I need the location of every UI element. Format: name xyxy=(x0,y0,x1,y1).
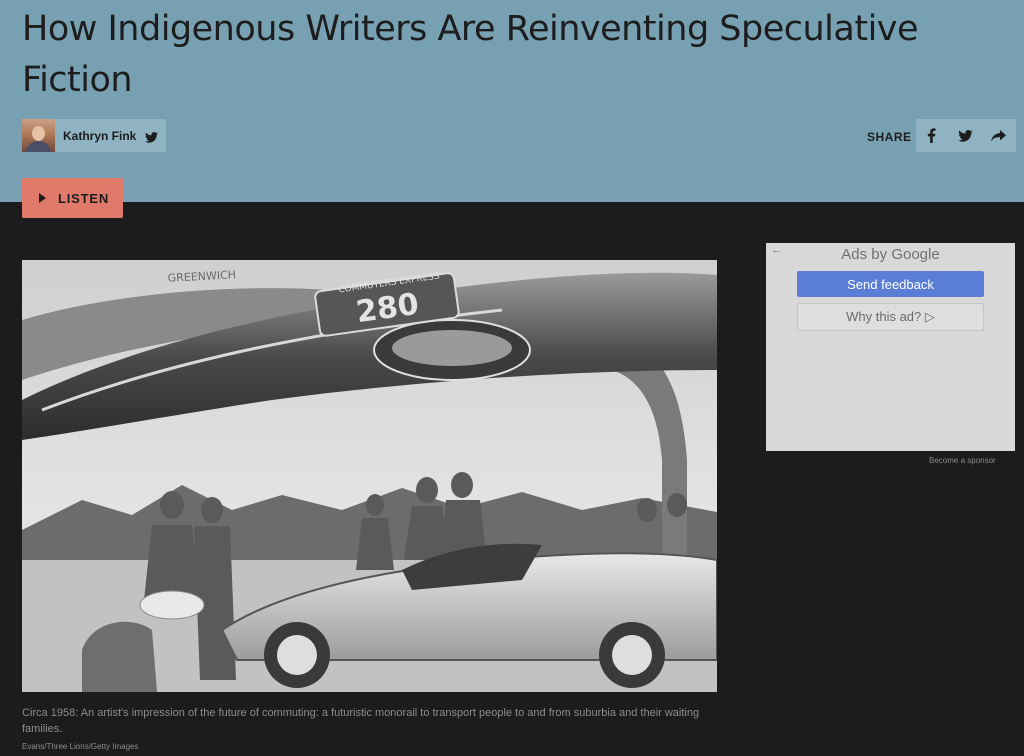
share-buttons xyxy=(916,119,1016,152)
ad-container: ← Ads by Google Send feedback Why this a… xyxy=(766,243,1015,451)
twitter-icon[interactable] xyxy=(145,130,159,143)
why-this-ad-button[interactable]: Why this ad? ▷ xyxy=(797,303,984,331)
share-arrow-icon[interactable] xyxy=(990,127,1007,144)
article-header: How Indigenous Writers Are Reinventing S… xyxy=(0,0,1024,218)
share-label: SHARE xyxy=(867,130,912,144)
author-byline[interactable]: Kathryn Fink xyxy=(22,119,166,152)
send-feedback-button[interactable]: Send feedback xyxy=(797,271,984,297)
author-avatar xyxy=(22,119,55,152)
article-title: How Indigenous Writers Are Reinventing S… xyxy=(22,9,919,100)
facebook-icon[interactable] xyxy=(923,127,940,144)
photo-credit: Evans/Three Lions/Getty Images xyxy=(22,742,139,751)
play-icon xyxy=(39,193,46,203)
listen-button[interactable]: LISTEN xyxy=(22,178,123,218)
twitter-icon[interactable] xyxy=(957,127,974,144)
article-photo: 280 COMMUTERS EXPRESS GREENWICH xyxy=(22,260,717,692)
listen-label: LISTEN xyxy=(58,190,110,206)
author-name[interactable]: Kathryn Fink xyxy=(63,129,136,143)
ad-title: Ads by Google xyxy=(841,246,940,263)
photo-caption: Circa 1958: An artist's impression of th… xyxy=(22,707,700,735)
become-sponsor-link[interactable]: Become a sponsor xyxy=(929,456,996,465)
